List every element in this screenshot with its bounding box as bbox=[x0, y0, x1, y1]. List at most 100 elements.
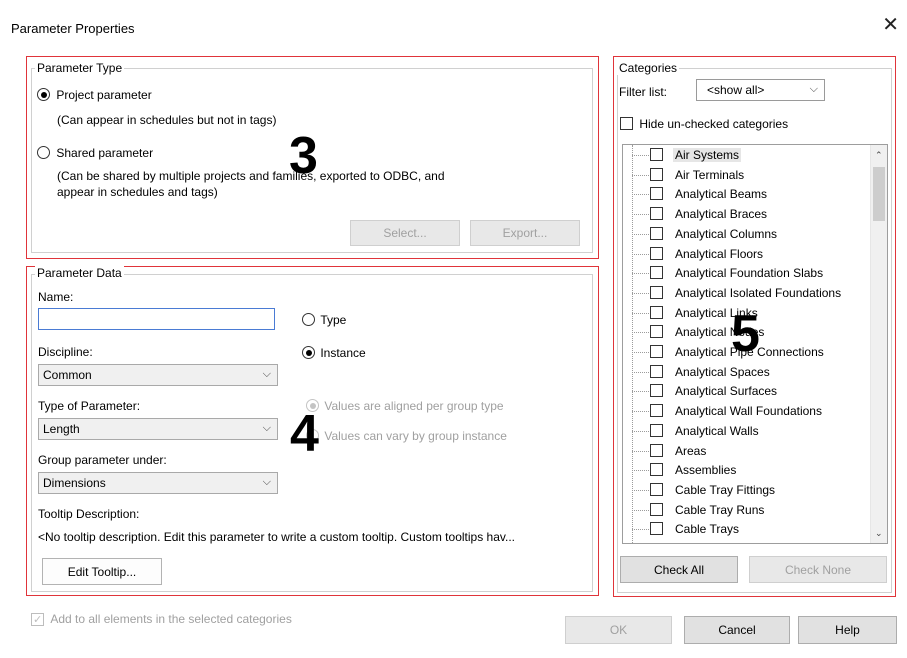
category-label: Air Terminals bbox=[675, 167, 745, 182]
project-parameter-desc: (Can appear in schedules but not in tags… bbox=[57, 113, 277, 127]
category-checkbox[interactable] bbox=[650, 325, 663, 339]
category-item[interactable]: Analytical Foundation Slabs bbox=[623, 263, 871, 283]
category-checkbox[interactable] bbox=[650, 207, 663, 221]
category-item[interactable]: Cable Trays bbox=[623, 519, 871, 539]
scroll-up-icon[interactable]: ⌃ bbox=[875, 150, 883, 161]
type-of-parameter-label: Type of Parameter: bbox=[38, 399, 141, 413]
category-checkbox[interactable] bbox=[650, 522, 663, 536]
category-item[interactable]: Analytical Surfaces bbox=[623, 381, 871, 401]
category-checkbox[interactable] bbox=[650, 167, 663, 181]
tree-connector bbox=[632, 411, 649, 413]
project-parameter-label: Project parameter bbox=[56, 88, 152, 102]
export-button[interactable]: Export... bbox=[470, 220, 580, 246]
add-to-all-label: Add to all elements in the selected cate… bbox=[50, 612, 292, 626]
ok-button[interactable]: OK bbox=[565, 616, 672, 644]
add-to-all-checkbox[interactable]: Add to all elements in the selected cate… bbox=[31, 612, 292, 626]
select-button[interactable]: Select... bbox=[350, 220, 460, 246]
tree-connector bbox=[632, 450, 649, 452]
category-item[interactable]: Cable Tray Fittings bbox=[623, 480, 871, 500]
category-label: Analytical Spaces bbox=[675, 364, 770, 379]
category-item[interactable]: Analytical Walls bbox=[623, 421, 871, 441]
scroll-thumb[interactable] bbox=[873, 167, 885, 221]
category-checkbox[interactable] bbox=[650, 226, 663, 240]
category-item[interactable]: Analytical Floors bbox=[623, 244, 871, 264]
category-label: Assemblies bbox=[675, 463, 737, 478]
categories-scrollbar[interactable]: ⌃ ⌄ bbox=[870, 145, 887, 543]
type-radio[interactable]: Type bbox=[302, 313, 346, 327]
edit-tooltip-button[interactable]: Edit Tooltip... bbox=[42, 558, 162, 585]
tree-connector bbox=[632, 489, 649, 491]
shared-parameter-radio[interactable]: Shared parameter bbox=[37, 146, 153, 160]
tree-connector bbox=[632, 529, 649, 531]
values-aligned-radio[interactable]: Values are aligned per group type bbox=[306, 399, 504, 413]
category-item[interactable]: Analytical Beams bbox=[623, 184, 871, 204]
category-item[interactable]: Assemblies bbox=[623, 460, 871, 480]
tree-connector bbox=[632, 273, 649, 275]
tree-connector bbox=[632, 371, 649, 373]
instance-radio-label: Instance bbox=[320, 346, 366, 360]
category-checkbox[interactable] bbox=[650, 404, 663, 418]
tree-connector bbox=[632, 391, 649, 393]
tree-connector bbox=[632, 352, 649, 353]
dialog-title: Parameter Properties bbox=[11, 21, 135, 36]
category-checkbox[interactable] bbox=[650, 266, 663, 280]
close-icon[interactable]: ✕ bbox=[882, 15, 899, 35]
name-input[interactable] bbox=[38, 308, 275, 330]
type-of-parameter-dropdown[interactable]: Length ⌵ bbox=[38, 418, 278, 440]
category-checkbox[interactable] bbox=[650, 423, 663, 437]
category-checkbox[interactable] bbox=[650, 187, 663, 201]
tree-connector bbox=[632, 470, 649, 472]
category-checkbox[interactable] bbox=[650, 384, 663, 398]
category-label: Analytical Isolated Foundations bbox=[675, 285, 842, 300]
values-vary-radio[interactable]: Values can vary by group instance bbox=[306, 429, 507, 443]
category-checkbox[interactable] bbox=[650, 285, 663, 299]
category-item[interactable]: Air Terminals bbox=[623, 165, 871, 185]
category-label: Analytical Braces bbox=[675, 207, 768, 222]
category-checkbox[interactable] bbox=[650, 246, 663, 260]
category-item[interactable]: Cable Tray Runs bbox=[623, 500, 871, 520]
category-item[interactable]: Areas bbox=[623, 441, 871, 461]
category-item[interactable]: Air Systems bbox=[623, 145, 871, 165]
category-checkbox[interactable] bbox=[650, 443, 663, 457]
hide-unchecked-checkbox[interactable]: Hide un-checked categories bbox=[620, 117, 788, 131]
filter-list-dropdown[interactable]: <show all> ⌵ bbox=[696, 79, 825, 101]
shared-parameter-label: Shared parameter bbox=[56, 146, 154, 160]
category-item[interactable]: Analytical Braces bbox=[623, 204, 871, 224]
project-parameter-radio[interactable]: Project parameter bbox=[37, 88, 152, 102]
category-item[interactable]: Analytical Isolated Foundations bbox=[623, 283, 871, 303]
scroll-down-icon[interactable]: ⌄ bbox=[875, 528, 883, 539]
annotation-number-5: 5 bbox=[731, 305, 760, 363]
category-checkbox[interactable] bbox=[650, 305, 663, 319]
category-checkbox[interactable] bbox=[650, 463, 663, 477]
cancel-button[interactable]: Cancel bbox=[684, 616, 790, 644]
category-checkbox[interactable] bbox=[650, 345, 663, 358]
check-none-button[interactable]: Check None bbox=[749, 556, 887, 583]
radio-unselected-icon bbox=[302, 313, 315, 326]
values-aligned-label: Values are aligned per group type bbox=[324, 399, 504, 413]
category-checkbox[interactable] bbox=[650, 148, 663, 161]
category-checkbox[interactable] bbox=[650, 482, 663, 496]
group-parameter-dropdown[interactable]: Dimensions ⌵ bbox=[38, 472, 278, 494]
category-item[interactable]: Analytical Columns bbox=[623, 224, 871, 244]
instance-radio[interactable]: Instance bbox=[302, 346, 366, 360]
check-all-button[interactable]: Check All bbox=[620, 556, 738, 583]
category-checkbox[interactable] bbox=[650, 502, 663, 516]
tree-connector bbox=[632, 155, 649, 156]
category-checkbox[interactable] bbox=[650, 364, 663, 378]
tree-line bbox=[632, 145, 633, 543]
tooltip-description-text: <No tooltip description. Edit this param… bbox=[38, 530, 515, 544]
values-vary-label: Values can vary by group instance bbox=[324, 429, 507, 443]
category-label: Analytical Wall Foundations bbox=[675, 404, 822, 419]
discipline-label: Discipline: bbox=[38, 345, 93, 359]
tree-connector bbox=[632, 214, 649, 216]
parameter-type-legend: Parameter Type bbox=[35, 61, 125, 75]
category-label: Analytical Surfaces bbox=[675, 384, 778, 399]
category-label: Analytical Beams bbox=[675, 187, 768, 202]
shared-parameter-desc-2: appear in schedules and tags) bbox=[57, 185, 218, 199]
discipline-dropdown[interactable]: Common ⌵ bbox=[38, 364, 278, 386]
discipline-value: Common bbox=[43, 368, 92, 382]
category-item[interactable]: Analytical Spaces bbox=[623, 362, 871, 382]
help-button[interactable]: Help bbox=[798, 616, 897, 644]
parameter-data-legend: Parameter Data bbox=[35, 266, 124, 280]
category-item[interactable]: Analytical Wall Foundations bbox=[623, 401, 871, 421]
